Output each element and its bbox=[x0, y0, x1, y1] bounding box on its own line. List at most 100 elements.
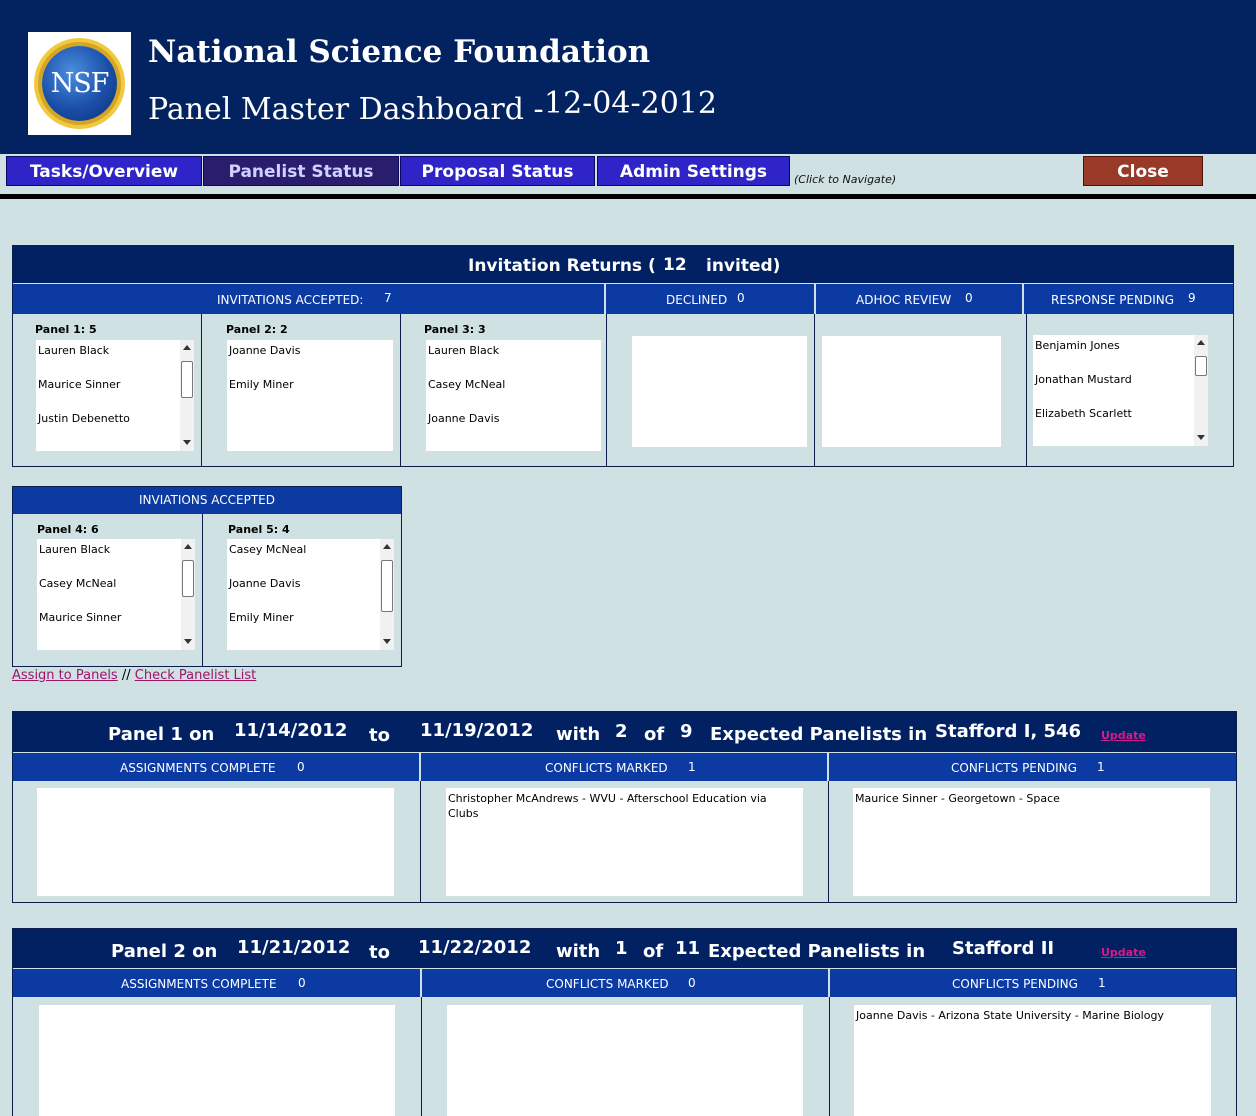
scroll-thumb[interactable] bbox=[181, 361, 193, 398]
invitation-title-suffix: invited) bbox=[706, 256, 781, 276]
list-item[interactable]: Casey McNeal bbox=[229, 543, 306, 556]
panel2-count: 2 bbox=[279, 323, 288, 336]
conflicts-pending-box[interactable]: Maurice Sinner - Georgetown - Space bbox=[853, 788, 1210, 896]
panel4-label: Panel 4: 6 bbox=[37, 523, 99, 536]
invited-count: 12 bbox=[663, 255, 687, 275]
list-item[interactable]: Lauren Black bbox=[428, 344, 499, 357]
panel5-listbox[interactable]: Casey McNeal Joanne Davis Emily Miner bbox=[227, 539, 394, 650]
conflicts-marked-label: CONFLICTS MARKED bbox=[545, 761, 668, 775]
conflicts-pending-count: 1 bbox=[1097, 760, 1105, 774]
declined-header: DECLINED 0 bbox=[606, 284, 814, 314]
conflicts-pending-box[interactable]: Joanne Davis - Arizona State University … bbox=[854, 1005, 1211, 1116]
assignments-header: ASSIGNMENTS COMPLETE 0 bbox=[13, 753, 419, 781]
tab-panelist-status[interactable]: Panelist Status bbox=[203, 156, 399, 186]
panel-to: to bbox=[369, 942, 390, 963]
list-item[interactable]: Casey McNeal bbox=[428, 378, 505, 391]
panel1-listbox[interactable]: Lauren Black Maurice Sinner Justin Deben… bbox=[36, 340, 194, 451]
update-link[interactable]: Update bbox=[1101, 729, 1146, 742]
dashboard-title: Panel Master Dashboard - bbox=[148, 92, 544, 127]
scroll-up-icon[interactable] bbox=[183, 345, 191, 350]
accepted2-header: INVIATIONS ACCEPTED bbox=[13, 487, 401, 514]
pending-listbox[interactable]: Benjamin Jones Jonathan Mustard Elizabet… bbox=[1033, 335, 1208, 446]
panel-start-date: 11/14/2012 bbox=[234, 720, 348, 741]
scroll-down-icon[interactable] bbox=[1197, 435, 1205, 440]
panel4-count: 6 bbox=[90, 523, 99, 536]
tab-proposal-status[interactable]: Proposal Status bbox=[400, 156, 595, 186]
list-item[interactable]: Joanne Davis bbox=[428, 412, 499, 425]
list-item[interactable]: Maurice Sinner bbox=[39, 611, 121, 624]
scroll-up-icon[interactable] bbox=[383, 544, 391, 549]
assignments-header: ASSIGNMENTS COMPLETE 0 bbox=[13, 969, 420, 997]
logo-text: NSF bbox=[50, 68, 110, 99]
scroll-up-icon[interactable] bbox=[184, 544, 192, 549]
panel-expected-label: Expected Panelists in bbox=[708, 941, 926, 962]
accepted-label: INVITATIONS ACCEPTED: bbox=[217, 293, 364, 307]
conflicts-marked-box[interactable] bbox=[447, 1005, 803, 1116]
conflict-entry[interactable]: Joanne Davis - Arizona State University … bbox=[856, 1008, 1201, 1023]
list-item[interactable]: Jonathan Mustard bbox=[1035, 373, 1132, 386]
assignments-box[interactable] bbox=[39, 1005, 395, 1116]
pending-count: 9 bbox=[1188, 291, 1196, 305]
panel1-count: 5 bbox=[88, 323, 97, 336]
scrollbar[interactable] bbox=[1194, 335, 1208, 446]
list-item[interactable]: Casey McNeal bbox=[39, 577, 116, 590]
divider bbox=[202, 514, 203, 667]
check-panelist-list-link[interactable]: Check Panelist List bbox=[135, 668, 257, 683]
panel-start-date: 11/21/2012 bbox=[237, 937, 351, 958]
close-button[interactable]: Close bbox=[1083, 156, 1203, 186]
list-item[interactable]: Emily Miner bbox=[229, 378, 294, 391]
assignments-box[interactable] bbox=[37, 788, 394, 896]
panel-end-date: 11/19/2012 bbox=[420, 720, 534, 741]
conflicts-marked-box[interactable]: Christopher McAndrews - WVU - Afterschoo… bbox=[446, 788, 803, 896]
scrollbar[interactable] bbox=[181, 539, 195, 650]
scroll-down-icon[interactable] bbox=[184, 639, 192, 644]
panel2-label: Panel 2: 2 bbox=[226, 323, 288, 336]
list-item[interactable]: Elizabeth Scarlett bbox=[1035, 407, 1132, 420]
panel3-label: Panel 3: 3 bbox=[424, 323, 486, 336]
dashboard-date: 12-04-2012 bbox=[544, 86, 717, 121]
list-item[interactable]: Benjamin Jones bbox=[1035, 339, 1120, 352]
panel3-listbox[interactable]: Lauren Black Casey McNeal Joanne Davis bbox=[426, 340, 601, 451]
list-item[interactable]: Lauren Black bbox=[38, 344, 109, 357]
tab-tasks-overview[interactable]: Tasks/Overview bbox=[6, 156, 202, 186]
panel-have: 2 bbox=[615, 721, 628, 742]
list-item[interactable]: Emily Miner bbox=[229, 611, 294, 624]
assignments-count: 0 bbox=[298, 976, 306, 990]
panel-expected: 9 bbox=[680, 721, 693, 742]
conflict-entry[interactable]: Christopher McAndrews - WVU - Afterschoo… bbox=[448, 791, 788, 821]
scrollbar[interactable] bbox=[180, 340, 194, 451]
conflict-entry[interactable]: Maurice Sinner - Georgetown - Space bbox=[855, 791, 1195, 806]
scrollbar[interactable] bbox=[380, 539, 394, 650]
scroll-down-icon[interactable] bbox=[383, 639, 391, 644]
declined-label: DECLINED bbox=[666, 293, 728, 307]
assign-to-panels-link[interactable]: Assign to Panels bbox=[12, 668, 118, 683]
adhoc-listbox[interactable] bbox=[822, 336, 1001, 447]
panel-to: to bbox=[369, 725, 390, 746]
divider bbox=[1026, 314, 1027, 467]
scroll-thumb[interactable] bbox=[1195, 356, 1207, 376]
panel-location: Stafford I, 546 bbox=[935, 721, 1082, 742]
tab-admin-settings[interactable]: Admin Settings bbox=[597, 156, 790, 186]
list-item[interactable]: Maurice Sinner bbox=[38, 378, 120, 391]
scroll-up-icon[interactable] bbox=[1197, 340, 1205, 345]
panel-of: of bbox=[644, 724, 665, 745]
conflicts-pending-label: CONFLICTS PENDING bbox=[952, 977, 1078, 991]
list-item[interactable]: Joanne Davis bbox=[229, 577, 300, 590]
declined-listbox[interactable] bbox=[632, 336, 807, 447]
list-item[interactable]: Lauren Black bbox=[39, 543, 110, 556]
panel4-listbox[interactable]: Lauren Black Casey McNeal Maurice Sinner bbox=[37, 539, 195, 650]
scroll-thumb[interactable] bbox=[381, 560, 393, 612]
scroll-down-icon[interactable] bbox=[183, 440, 191, 445]
scroll-thumb[interactable] bbox=[182, 560, 194, 597]
panel-name: Panel 2 on bbox=[111, 941, 218, 962]
conflicts-pending-label: CONFLICTS PENDING bbox=[951, 761, 1077, 775]
panel2-listbox[interactable]: Joanne Davis Emily Miner bbox=[227, 340, 393, 451]
app-header: NSF National Science Foundation Panel Ma… bbox=[0, 0, 1256, 154]
list-item[interactable]: Justin Debenetto bbox=[38, 412, 130, 425]
panel-1-header: Panel 1 on 11/14/2012 to 11/19/2012 with… bbox=[13, 712, 1236, 752]
panel-have: 1 bbox=[615, 938, 628, 959]
divider bbox=[829, 997, 830, 1116]
nsf-globe-icon: NSF bbox=[42, 46, 117, 121]
update-link[interactable]: Update bbox=[1101, 946, 1146, 959]
list-item[interactable]: Joanne Davis bbox=[229, 344, 300, 357]
